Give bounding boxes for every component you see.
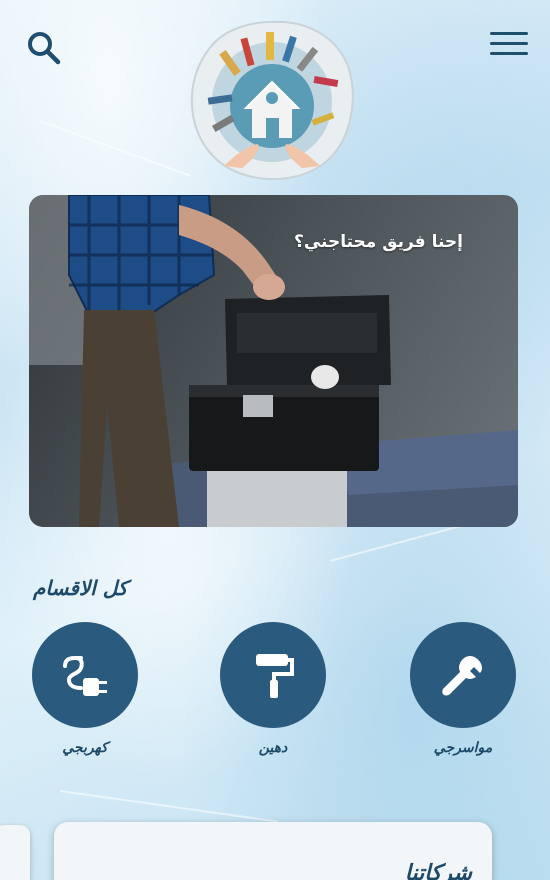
search-button[interactable]: [24, 28, 64, 68]
section-title-all-categories: كل الاقسام: [33, 576, 128, 600]
hero-caption: إحنا فريق محتاجني؟: [293, 232, 463, 252]
electric-plug-icon: [63, 656, 107, 696]
app-logo: [186, 16, 358, 184]
carousel-card-partial[interactable]: [0, 825, 30, 880]
search-icon: [28, 32, 61, 65]
hamburger-menu-icon: [490, 32, 528, 55]
category-painter-label: دهين: [258, 740, 288, 756]
companies-card-title: شركاتنا: [404, 860, 472, 880]
app-header: [0, 0, 550, 190]
category-plumber-circle[interactable]: [410, 622, 516, 728]
companies-card[interactable]: شركاتنا: [54, 822, 492, 880]
category-electrician-circle[interactable]: [32, 622, 138, 728]
category-plumber[interactable]: مواسرجي: [408, 622, 518, 756]
category-painter-circle[interactable]: [220, 622, 326, 728]
paint-roller-icon: [256, 654, 294, 698]
category-electrician-label: كهربجي: [62, 740, 108, 756]
category-electrician[interactable]: كهربجي: [30, 622, 140, 756]
hero-banner: إحنا فريق محتاجني؟: [29, 195, 518, 527]
wrench-icon: [442, 656, 482, 696]
handyman-house-tools-logo: [190, 20, 354, 181]
category-painter[interactable]: دهين: [218, 622, 328, 756]
category-plumber-label: مواسرجي: [433, 740, 493, 756]
menu-button[interactable]: [490, 32, 528, 62]
